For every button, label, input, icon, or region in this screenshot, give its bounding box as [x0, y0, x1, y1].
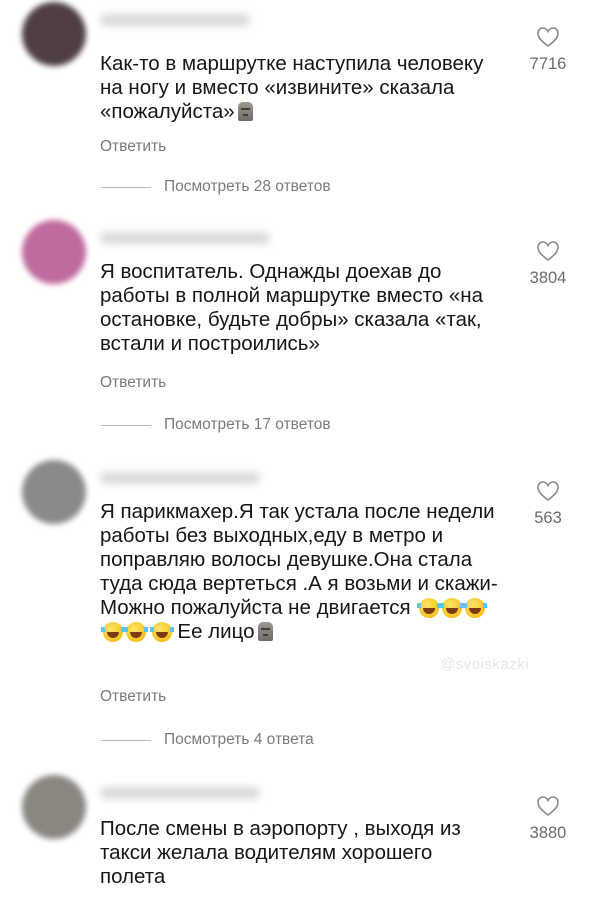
like-count: 563	[534, 509, 562, 527]
heart-outline-icon[interactable]	[536, 795, 560, 817]
laughing-emoji-icon	[124, 622, 148, 642]
laughing-emoji-icon	[101, 622, 125, 642]
like-control[interactable]: 563	[518, 480, 578, 528]
comment-text: Я парикмахер.Я так устала после недели р…	[100, 500, 498, 643]
like-control[interactable]: 3804	[518, 240, 578, 288]
view-replies-label[interactable]: Посмотреть 28 ответов	[164, 178, 331, 196]
laughing-emoji-icon	[463, 598, 488, 618]
avatar[interactable]	[22, 775, 86, 839]
view-replies[interactable]: Посмотреть 17 ответов	[0, 416, 600, 436]
heart-outline-icon[interactable]	[536, 26, 560, 48]
avatar[interactable]	[22, 220, 86, 284]
username-blurred[interactable]	[100, 232, 270, 244]
like-control[interactable]: 3880	[518, 795, 578, 843]
reply-button[interactable]: Ответить	[100, 688, 166, 706]
laughing-emoji-icon	[417, 598, 442, 618]
username-blurred[interactable]	[100, 14, 250, 26]
like-count: 3804	[529, 269, 567, 287]
username-blurred[interactable]	[100, 472, 260, 484]
moai-emoji-icon	[237, 102, 253, 121]
divider-line	[101, 425, 151, 426]
like-count: 3880	[529, 824, 567, 842]
username-blurred[interactable]	[100, 787, 260, 799]
comment-text: После смены в аэропорту , выходя из такс…	[100, 817, 461, 888]
comment-text: Я воспитатель. Однажды доехав до работы …	[100, 260, 484, 355]
heart-outline-icon[interactable]	[536, 480, 560, 502]
view-replies-label[interactable]: Посмотреть 4 ответа	[164, 731, 314, 749]
like-count: 7716	[529, 55, 567, 73]
moai-emoji-icon	[257, 622, 273, 641]
reply-button[interactable]: Ответить	[100, 138, 166, 156]
laughing-emoji-icon	[149, 622, 174, 642]
watermark: @svoiskazki	[440, 656, 530, 673]
heart-outline-icon[interactable]	[536, 240, 560, 262]
view-replies-label[interactable]: Посмотреть 17 ответов	[164, 416, 331, 434]
avatar[interactable]	[22, 2, 86, 66]
like-control[interactable]: 7716	[518, 26, 578, 74]
comment-text: Как-то в маршрутке наступила человеку на…	[100, 52, 484, 123]
divider-line	[101, 187, 151, 188]
reply-button[interactable]: Ответить	[100, 374, 166, 392]
laughing-emoji-icon	[440, 598, 465, 618]
divider-line	[101, 740, 151, 741]
avatar[interactable]	[22, 460, 86, 524]
view-replies[interactable]: Посмотреть 4 ответа	[0, 731, 600, 751]
view-replies[interactable]: Посмотреть 28 ответов	[0, 178, 600, 198]
